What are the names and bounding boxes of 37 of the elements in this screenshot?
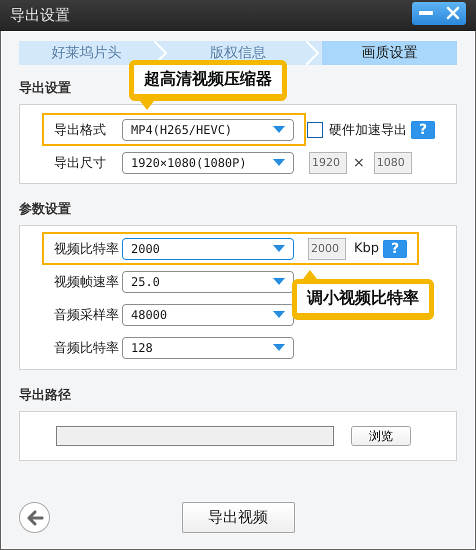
times-sign: × — [353, 154, 365, 170]
section-heading: 导出路径 — [19, 387, 72, 404]
field-label: 导出尺寸 — [54, 154, 107, 172]
dropdown[interactable]: 128 — [122, 336, 294, 358]
pointer-icon — [303, 270, 317, 279]
caret-icon — [273, 311, 285, 318]
export-button[interactable]: 导出视频 — [182, 502, 294, 533]
minimize-icon — [418, 8, 434, 18]
dropdown[interactable]: MP4(H265/HEVC) — [122, 118, 294, 140]
back-arrow-icon — [26, 510, 44, 526]
dropdown[interactable]: 48000 — [122, 304, 294, 326]
field-label: 音频比特率 — [54, 340, 120, 356]
window-title: 导出设置 — [10, 6, 70, 25]
step-separator — [306, 41, 322, 65]
dropdown[interactable]: 1920×1080(1080P) — [122, 152, 294, 174]
section-heading: 参数设置 — [19, 201, 72, 218]
checkbox[interactable] — [307, 122, 323, 138]
dropdown[interactable]: 25.0 — [122, 270, 294, 292]
back-button[interactable] — [19, 502, 50, 533]
unit-label: Kbp — [354, 241, 380, 256]
section-heading: 导出设置 — [19, 80, 72, 97]
field-label: 视频帧速率 — [54, 274, 120, 290]
caret-icon — [273, 126, 285, 133]
path-field[interactable] — [56, 426, 334, 446]
field-label: 导出格式 — [54, 122, 107, 138]
caret-icon — [273, 344, 285, 351]
step-tab[interactable]: 画质设置 — [322, 41, 457, 65]
close-icon — [446, 6, 460, 20]
browse-button[interactable]: 浏览 — [351, 426, 411, 446]
caret-icon — [273, 278, 285, 285]
caret-icon — [273, 245, 285, 252]
dropdown[interactable]: 2000 — [122, 238, 294, 260]
field-label: 视频比特率 — [54, 240, 120, 258]
pointer-icon — [140, 101, 154, 110]
caret-icon — [273, 159, 285, 166]
checkbox-label: 硬件加速导出 — [329, 122, 407, 138]
field-label: 音频采样率 — [54, 306, 120, 324]
